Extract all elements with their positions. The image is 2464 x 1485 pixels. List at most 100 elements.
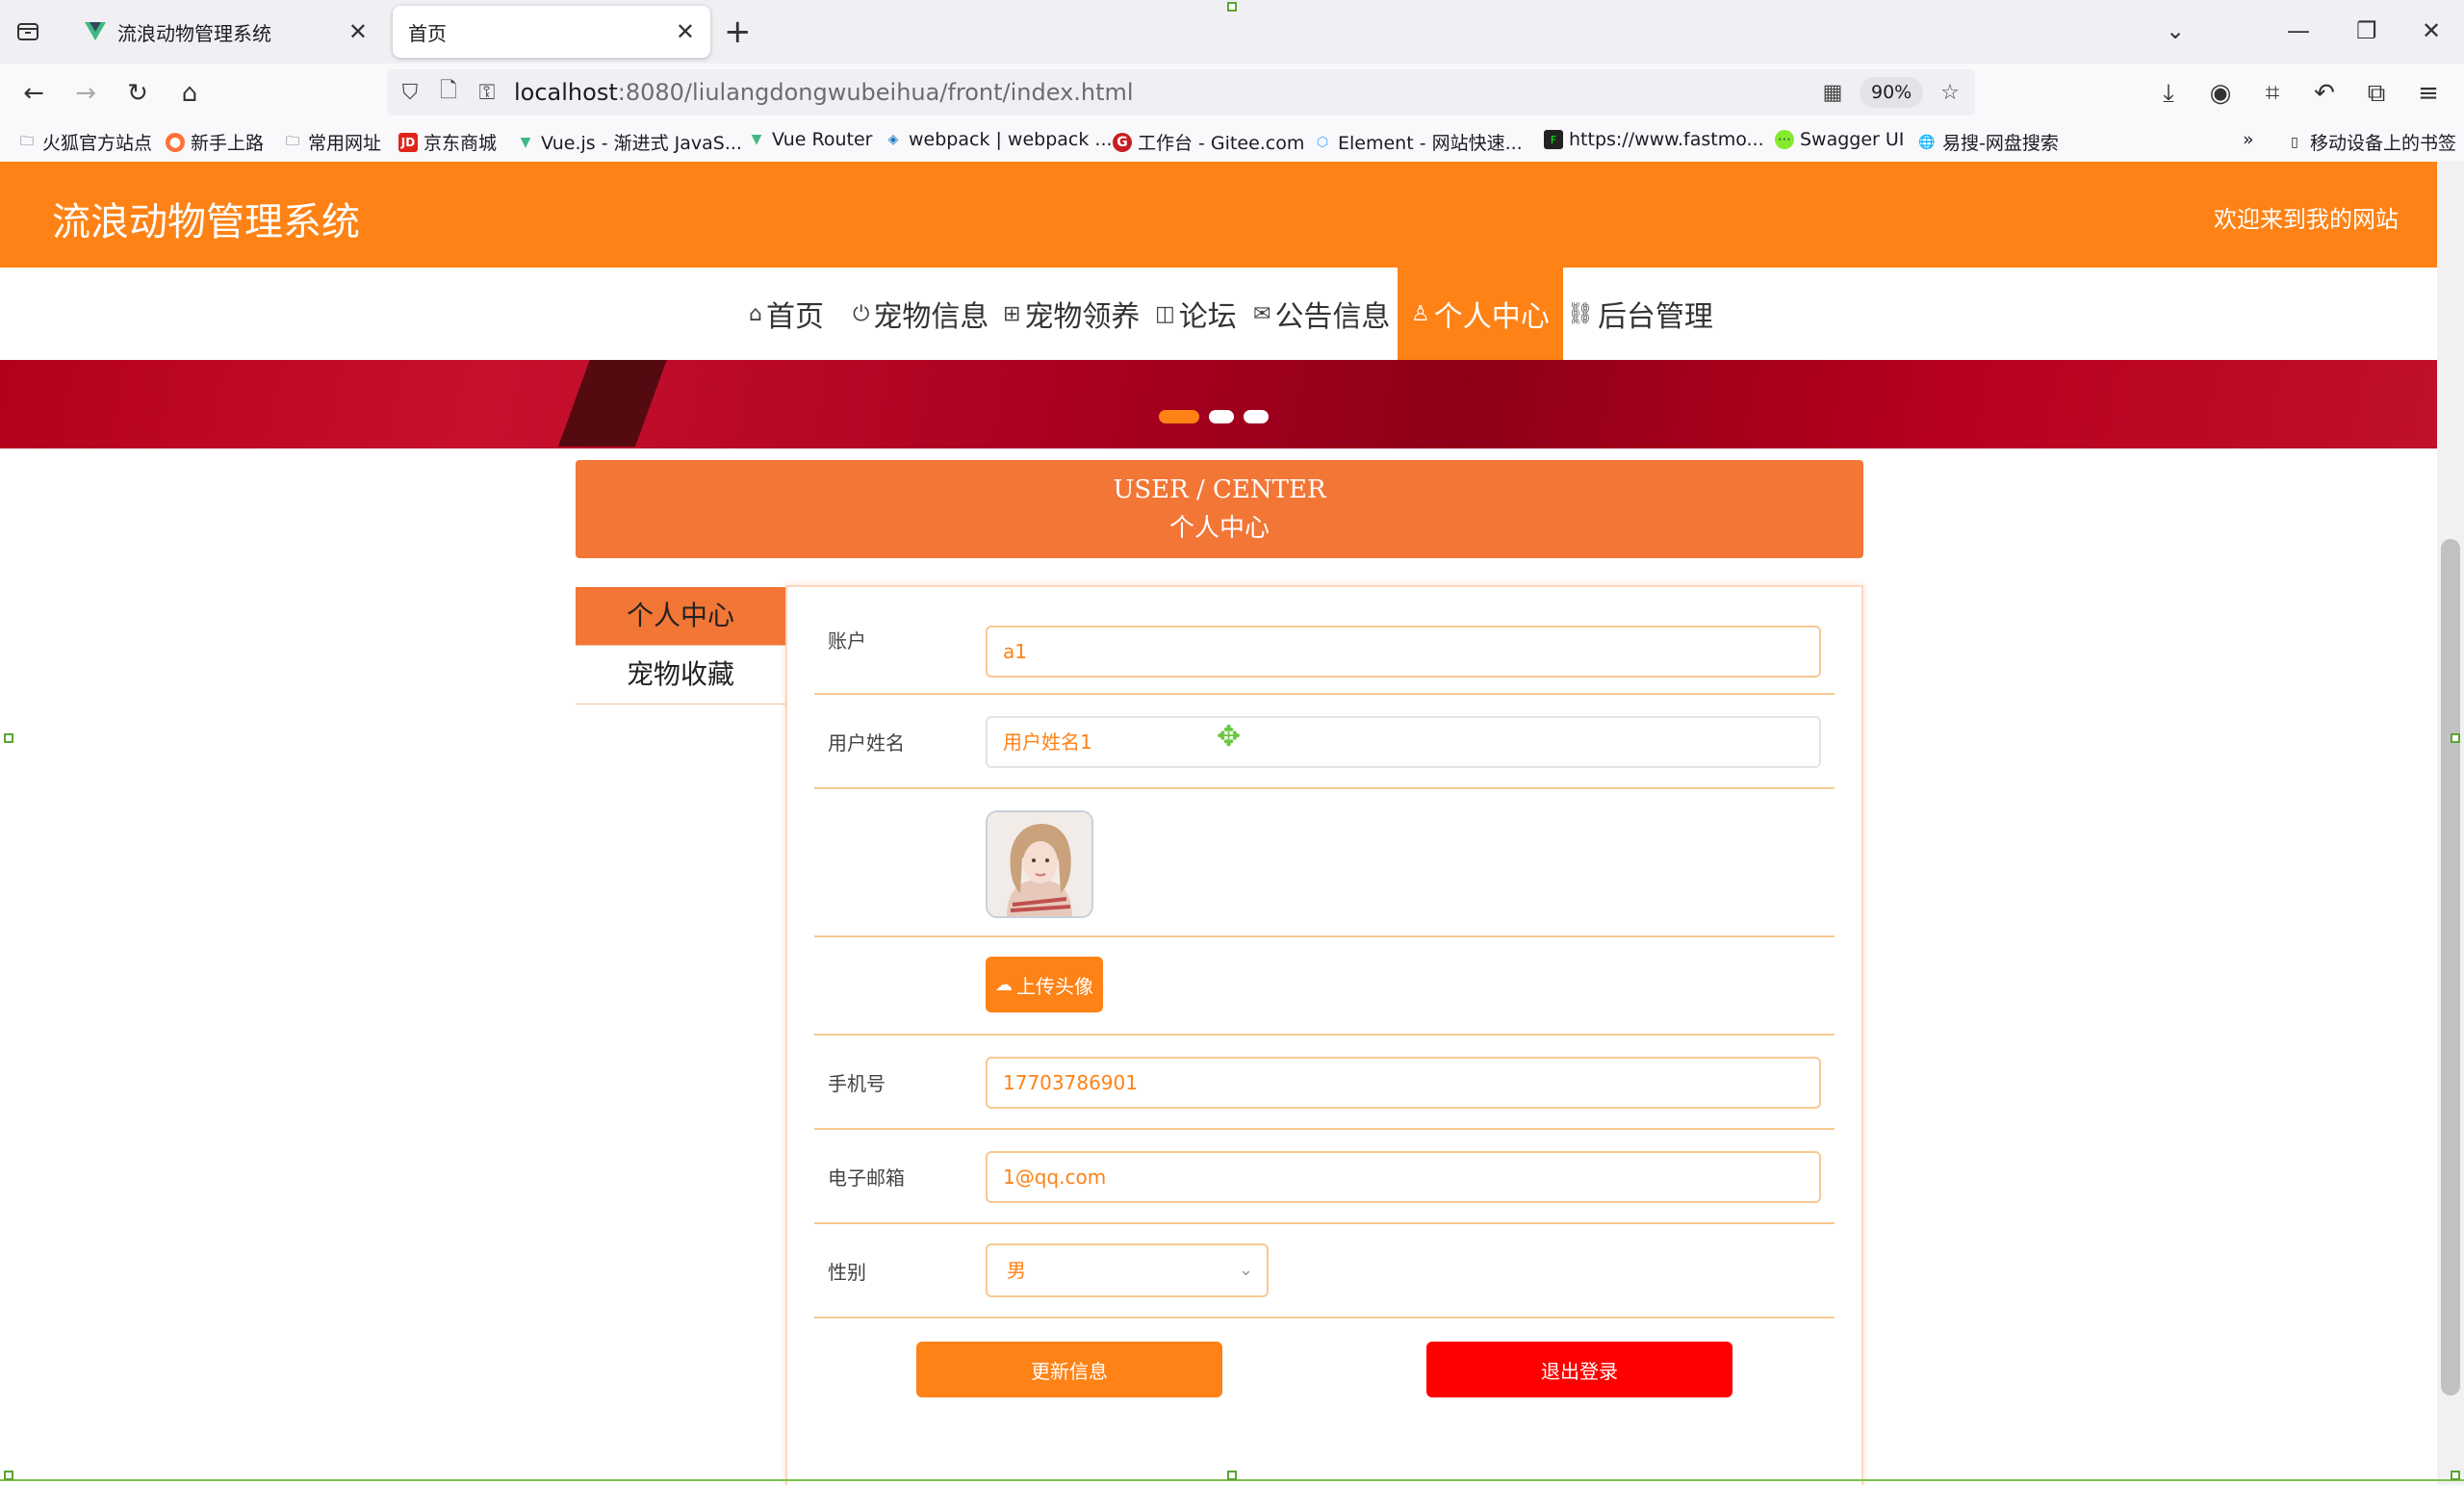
swagger-icon: ⋯	[1775, 130, 1794, 149]
bookmark-item[interactable]: JD 京东商城	[398, 129, 497, 155]
bookmark-item[interactable]: ▼ Vue.js - 渐进式 JavaS...	[516, 129, 742, 155]
undo-icon[interactable]: ↶	[2308, 77, 2341, 110]
star-icon[interactable]: ☆	[1937, 79, 1964, 106]
page-scrollbar-thumb[interactable]	[2441, 539, 2460, 1395]
avatar-image	[988, 812, 1091, 916]
jd-icon: JD	[398, 132, 418, 152]
email-input[interactable]: 1@qq.com	[986, 1151, 1821, 1203]
nav-item-announcements[interactable]: ✉ 公告信息	[1247, 268, 1396, 360]
carousel-indicators	[1159, 410, 1269, 423]
selection-handle[interactable]	[4, 1471, 13, 1480]
user-icon: ♙	[1411, 301, 1430, 326]
crop-icon[interactable]: ⌗	[2256, 77, 2289, 110]
close-icon[interactable]: ✕	[348, 18, 368, 45]
forward-icon[interactable]: →	[69, 77, 102, 110]
update-info-button[interactable]: 更新信息	[916, 1342, 1222, 1397]
tab-list-button[interactable]	[13, 17, 42, 46]
nav-item-user-center[interactable]: ♙ 个人中心	[1398, 268, 1563, 360]
gender-label: 性别	[828, 1261, 866, 1284]
avatar	[986, 810, 1093, 918]
form-row-upload: ☁ 上传头像	[814, 937, 1835, 1036]
logout-button[interactable]: 退出登录	[1426, 1342, 1732, 1397]
bookmark-item[interactable]: ▼ Vue Router	[747, 129, 873, 150]
gender-select[interactable]: 男 ⌄	[986, 1243, 1269, 1297]
home-icon[interactable]: ⌂	[173, 77, 206, 110]
gitee-icon: G	[1113, 132, 1132, 152]
home-icon: ⌂	[749, 301, 762, 326]
form-row-username: 用户姓名 用户姓名1	[814, 695, 1835, 789]
upload-avatar-button[interactable]: ☁ 上传头像	[986, 957, 1103, 1012]
account-label: 账户	[828, 629, 866, 653]
close-icon[interactable]: ✕	[676, 18, 695, 45]
folder-icon: 🗀	[286, 133, 299, 149]
selection-handle[interactable]	[1227, 2, 1237, 12]
nav-item-home[interactable]: ⌂ 首页	[743, 268, 830, 360]
nav-item-forum[interactable]: ◫ 论坛	[1149, 268, 1243, 360]
form-row-avatar	[814, 789, 1835, 937]
mobile-icon: ▯	[2291, 134, 2298, 150]
bookmark-item[interactable]: ◈ webpack | webpack ...	[884, 129, 1113, 150]
back-icon[interactable]: ←	[17, 77, 50, 110]
carousel-dot-1[interactable]	[1159, 410, 1199, 423]
bookmarks-bar: 🗀 火狐官方站点 ● 新手上路 🗀 常用网址 JD 京东商城 ▼ Vue.js - 渐进式…	[0, 123, 2464, 163]
download-icon[interactable]: ⤓	[2152, 77, 2185, 110]
browser-tab-2[interactable]: 首页 ✕	[393, 6, 710, 58]
phone-label: 手机号	[828, 1072, 886, 1095]
selection-handle[interactable]	[2451, 733, 2460, 743]
vue-icon	[85, 22, 106, 40]
carousel-dot-2[interactable]	[1209, 410, 1234, 423]
bookmark-item[interactable]: 🗀 火狐官方站点	[17, 129, 152, 155]
menu-icon[interactable]: ≡	[2412, 77, 2445, 110]
folder-icon: 🗀	[20, 133, 34, 149]
bookmark-item[interactable]: ● 新手上路	[166, 129, 264, 155]
link-icon: ⛓	[1567, 301, 1594, 326]
nav-item-pet-adoption[interactable]: ⊞ 宠物领养	[997, 268, 1145, 360]
reload-icon[interactable]: ↻	[121, 77, 154, 110]
bookmark-item[interactable]: ⋯ Swagger UI	[1775, 129, 1904, 150]
globe-icon: 🌐	[1918, 134, 1936, 150]
selection-handle[interactable]	[2451, 1471, 2460, 1480]
center-title-bar: USER / CENTER 个人中心	[576, 460, 1863, 558]
carousel-banner[interactable]	[0, 360, 2437, 448]
url-text[interactable]: localhost:8080/liulangdongwubeihua/front…	[514, 79, 1134, 106]
selection-handle[interactable]	[4, 733, 13, 743]
carousel-dot-3[interactable]	[1244, 410, 1269, 423]
side-item-user-center[interactable]: 个人中心	[576, 587, 785, 646]
mobile-bookmarks[interactable]: ▯ 移动设备上的书签	[2285, 129, 2456, 155]
bookmark-item[interactable]: 🌐 易搜-网盘搜索	[1917, 129, 2059, 155]
nav-item-pet-info[interactable]: ⏻ 宠物信息	[847, 268, 994, 360]
account-input[interactable]: a1	[986, 626, 1821, 678]
page-viewport: 流浪动物管理系统 欢迎来到我的网站 ⌂ 首页 ⏻ 宠物信息 ⊞ 宠物领养 ◫ 论坛 ✉ 公…	[0, 162, 2437, 1485]
banner-decoration	[557, 360, 675, 447]
selection-handle[interactable]	[1227, 1471, 1237, 1480]
address-bar[interactable]: ⛉ 🗋 ⚿ localhost:8080/liulangdongwubeihua…	[387, 69, 1975, 115]
nav-item-admin[interactable]: ⛓ 后台管理	[1561, 268, 1719, 360]
extensions-icon[interactable]: ⧉	[2360, 77, 2393, 110]
site-header: 流浪动物管理系统 欢迎来到我的网站	[0, 162, 2437, 268]
bookmark-item[interactable]: G 工作台 - Gitee.com	[1113, 129, 1304, 155]
bookmark-item[interactable]: 🗀 常用网址	[283, 129, 381, 155]
welcome-text: 欢迎来到我的网站	[2214, 206, 2399, 233]
bookmark-item[interactable]: ⬡ Element - 网站快速...	[1313, 129, 1523, 155]
email-label: 电子邮箱	[828, 1166, 905, 1190]
new-tab-button[interactable]: +	[724, 13, 752, 50]
shield-icon[interactable]: ⛉	[397, 79, 424, 106]
key-icon[interactable]: ⚿	[474, 79, 500, 106]
vue-icon: ▼	[751, 132, 762, 147]
bookmark-item[interactable]: Fhttps://www.fastmo...	[1544, 129, 1764, 150]
restore-icon[interactable]: ❐	[2356, 13, 2377, 48]
browser-tab-1[interactable]: 流浪动物管理系统 ✕	[69, 6, 383, 58]
chevron-down-icon: ⌄	[1238, 1260, 1253, 1280]
window-close-icon[interactable]: ✕	[2422, 13, 2441, 48]
username-input[interactable]: 用户姓名1	[986, 716, 1821, 768]
qr-code-icon[interactable]: ▦	[1819, 79, 1846, 106]
account-icon[interactable]: ◉	[2204, 77, 2237, 110]
side-item-pet-favorites[interactable]: 宠物收藏	[576, 646, 785, 704]
chevron-down-icon[interactable]: ⌄	[2166, 13, 2185, 48]
browser-toolbar: ← → ↻ ⌂ ⛉ 🗋 ⚿ localhost:8080/liulangdong…	[0, 64, 2464, 123]
more-bookmarks-icon[interactable]: »	[2243, 129, 2254, 150]
phone-input[interactable]: 17703786901	[986, 1057, 1821, 1109]
minimize-icon[interactable]: —	[2287, 13, 2310, 48]
zoom-level[interactable]: 90%	[1860, 77, 1924, 108]
power-icon: ⏻	[853, 301, 870, 326]
